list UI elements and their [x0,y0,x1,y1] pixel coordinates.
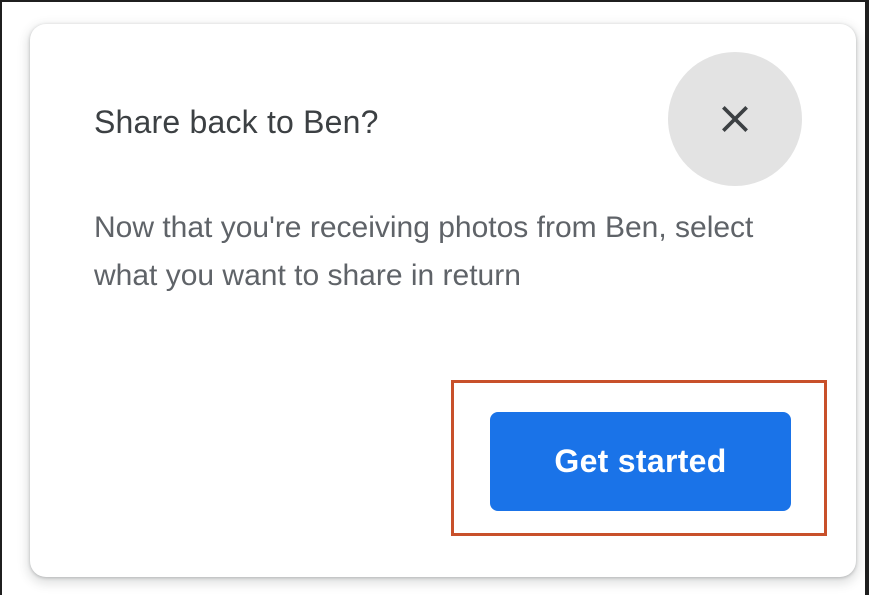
close-icon [722,106,748,132]
close-button[interactable] [668,52,802,186]
dialog-title: Share back to Ben? [94,104,379,140]
get-started-button[interactable]: Get started [490,412,791,511]
screenshot-frame: Share back to Ben? Now that you're recei… [0,0,869,595]
dialog-message: Now that you're receiving photos from Be… [94,211,754,292]
share-back-dialog: Share back to Ben? Now that you're recei… [30,24,856,577]
